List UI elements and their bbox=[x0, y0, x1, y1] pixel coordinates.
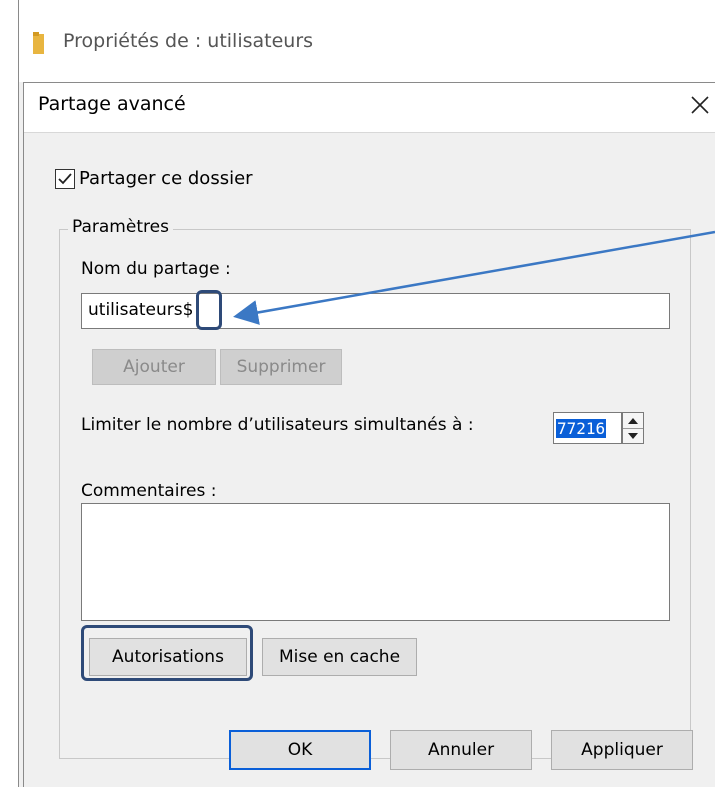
limit-users-input[interactable]: 77216 bbox=[553, 412, 622, 444]
comments-textarea[interactable] bbox=[81, 503, 670, 621]
limit-users-label: Limiter le nombre d’utilisateurs simulta… bbox=[81, 415, 474, 435]
dollar-sign-callout-box bbox=[196, 290, 222, 330]
ok-button[interactable]: OK bbox=[229, 730, 371, 770]
dialog-title: Partage avancé bbox=[38, 93, 186, 115]
share-name-label: Nom du partage : bbox=[81, 259, 231, 279]
comments-label: Commentaires : bbox=[81, 481, 217, 501]
dialog-titlebar: Partage avancé bbox=[24, 83, 715, 133]
outer-window-title: Propriétés de : utilisateurs bbox=[63, 30, 314, 52]
folder-icon bbox=[33, 32, 44, 54]
advanced-sharing-dialog: Partage avancé Partager ce dossier Param… bbox=[23, 82, 715, 787]
share-folder-checkbox-row[interactable]: Partager ce dossier bbox=[55, 168, 253, 189]
limit-users-value: 77216 bbox=[556, 418, 607, 438]
permissions-callout-box bbox=[81, 625, 253, 681]
remove-button[interactable]: Supprimer bbox=[220, 349, 342, 385]
spin-down-icon[interactable] bbox=[623, 428, 643, 443]
caching-button[interactable]: Mise en cache bbox=[262, 638, 417, 676]
settings-legend: Paramètres bbox=[68, 217, 173, 237]
outer-titlebar: Propriétés de : utilisateurs bbox=[19, 0, 715, 82]
limit-users-spinner[interactable] bbox=[622, 412, 644, 444]
close-icon[interactable] bbox=[687, 92, 713, 118]
share-name-input[interactable]: utilisateurs$ bbox=[81, 293, 670, 329]
spin-up-icon[interactable] bbox=[623, 413, 643, 429]
apply-button[interactable]: Appliquer bbox=[551, 730, 693, 770]
cancel-button[interactable]: Annuler bbox=[390, 730, 532, 770]
share-folder-label: Partager ce dossier bbox=[79, 168, 253, 189]
share-folder-checkbox[interactable] bbox=[55, 168, 75, 189]
add-button[interactable]: Ajouter bbox=[92, 349, 216, 385]
checkmark-icon bbox=[58, 172, 72, 184]
